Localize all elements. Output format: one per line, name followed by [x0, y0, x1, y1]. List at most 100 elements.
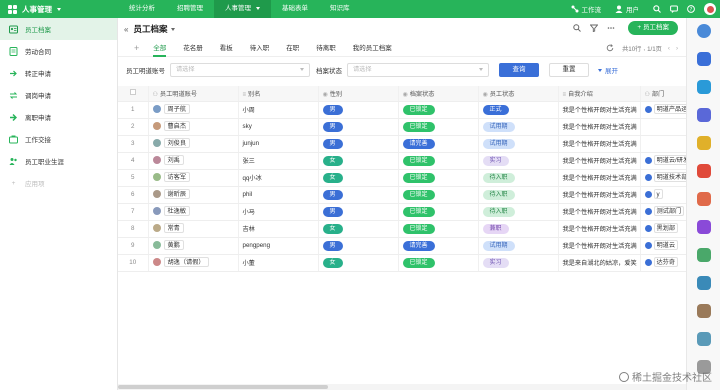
status-cell[interactable]: 试用期	[478, 118, 559, 136]
help-icon[interactable]: ?	[687, 5, 695, 13]
table-row[interactable]: 8 常青 吉林女 已锁定 兼职 我是个性格开朗对生活充满 黑划部	[118, 220, 686, 238]
intro-cell[interactable]: 我是来自湖北的姑凉，爱笑	[558, 254, 641, 272]
topnav-item[interactable]: 基础表单	[271, 0, 319, 18]
app-icon[interactable]	[697, 304, 711, 318]
status-cell[interactable]: 兼职	[478, 220, 559, 238]
account-cell[interactable]: 胡逸（请假）	[148, 254, 239, 272]
add-view-icon[interactable]: +	[134, 43, 139, 53]
col-header[interactable]: ◉ 员工状态	[478, 86, 559, 102]
account-cell[interactable]: 刘俊良	[148, 135, 239, 153]
status-cell[interactable]: 试用期	[478, 237, 559, 255]
account-cell[interactable]: 谢昕辰	[148, 186, 239, 204]
col-header[interactable]: ◉ 档案状态	[398, 86, 479, 102]
sidebar-item[interactable]: 工作交接	[0, 128, 117, 150]
intro-cell[interactable]: 我是个性格开朗对生活充满	[558, 186, 641, 204]
collapse-sidebar-icon[interactable]: «	[124, 25, 128, 34]
view-tab[interactable]: 花名册	[183, 40, 203, 57]
department-cell[interactable]: 明道云	[640, 237, 686, 255]
table-row[interactable]: 10 胡逸（请假） 小董女 已锁定 实习 我是来自湖北的姑凉，爱笑 达芬奇	[118, 254, 686, 272]
app-icon[interactable]	[697, 276, 711, 290]
account-cell[interactable]: 黄鹏	[148, 237, 239, 255]
topnav-item[interactable]: 知识库	[319, 0, 361, 18]
topnav-item[interactable]: 人事管理	[214, 0, 271, 18]
sidebar-item[interactable]: 劳动合同	[0, 40, 117, 62]
app-icon[interactable]	[697, 164, 711, 178]
app-icon[interactable]	[697, 80, 711, 94]
more-icon[interactable]	[607, 24, 615, 32]
status-cell[interactable]: 实习	[478, 254, 559, 272]
intro-cell[interactable]: 我是个性格开朗对生活充满	[558, 220, 641, 238]
sidebar-item[interactable]: 调岗申请	[0, 84, 117, 106]
status-cell[interactable]: 正式	[478, 101, 559, 119]
account-cell[interactable]: 常青	[148, 220, 239, 238]
department-cell[interactable]	[640, 118, 686, 136]
archive-cell[interactable]: 已锁定	[398, 118, 479, 136]
search-icon[interactable]	[573, 24, 582, 32]
gender-cell[interactable]: 女	[318, 169, 399, 187]
archive-cell[interactable]: 已锁定	[398, 186, 479, 204]
alias-cell[interactable]: 小周	[238, 101, 319, 119]
view-tab[interactable]: 待入职	[250, 40, 270, 57]
table-row[interactable]: 5 访客军 qq小冰女 已锁定 待入职 我是个性格开朗对生活充满 明道技术部	[118, 169, 686, 187]
view-tab[interactable]: 全部	[153, 40, 167, 57]
department-cell[interactable]: 测试部门	[640, 203, 686, 221]
intro-cell[interactable]: 我是个性格开朗对生活充满	[558, 118, 641, 136]
archive-cell[interactable]: 请完善	[398, 237, 479, 255]
alias-cell[interactable]: pengpeng	[238, 237, 319, 255]
department-cell[interactable]: 达芬奇	[640, 254, 686, 272]
department-cell[interactable]: 明道产品运	[640, 101, 686, 119]
table-row[interactable]: 7 杜逸敏 小马男 已锁定 待入职 我是个性格开朗对生活充满 测试部门	[118, 203, 686, 221]
department-cell[interactable]: 明道云/研发	[640, 152, 686, 170]
archive-status-select[interactable]: 请选择	[347, 63, 489, 77]
alias-cell[interactable]: junjun	[238, 135, 319, 153]
archive-cell[interactable]: 已锁定	[398, 101, 479, 119]
alias-cell[interactable]: phil	[238, 186, 319, 204]
reset-button[interactable]: 重置	[549, 63, 589, 77]
sidebar-item[interactable]: 离职申请	[0, 106, 117, 128]
table-row[interactable]: 3 刘俊良 junjun 男 请完善 试用期 我是个性格开朗对生活充满	[118, 135, 686, 153]
workflow-link[interactable]: 工作流	[571, 4, 601, 14]
topnav-item[interactable]: 招聘管理	[166, 0, 214, 18]
sidebar-item[interactable]: 员工档案	[0, 18, 117, 40]
account-select[interactable]: 请选择	[170, 63, 310, 77]
status-cell[interactable]: 待入职	[478, 169, 559, 187]
gender-cell[interactable]: 男	[318, 118, 399, 136]
archive-cell[interactable]: 已锁定	[398, 203, 479, 221]
intro-cell[interactable]: 我是个性格开朗对生活充满	[558, 237, 641, 255]
table-row[interactable]: 1 周子航 小周男 已锁定 正式 我是个性格开朗对生活充满 明道产品运	[118, 101, 686, 119]
table-row[interactable]: 2 曹启杰 sky 男 已锁定 试用期 我是个性格开朗对生活充满	[118, 118, 686, 136]
department-cell[interactable]: y	[640, 186, 686, 204]
expand-link[interactable]: 展开	[605, 65, 618, 75]
gender-cell[interactable]: 男	[318, 237, 399, 255]
alias-cell[interactable]: qq小冰	[238, 169, 319, 187]
filter-icon[interactable]	[590, 24, 599, 32]
gender-cell[interactable]: 女	[318, 220, 399, 238]
app-icon[interactable]	[697, 192, 711, 206]
alias-cell[interactable]: 吉林	[238, 220, 319, 238]
gender-cell[interactable]: 男	[318, 135, 399, 153]
archive-cell[interactable]: 已锁定	[398, 152, 479, 170]
alias-cell[interactable]: 小马	[238, 203, 319, 221]
app-icon[interactable]	[697, 24, 711, 38]
prev-page-icon[interactable]: ‹	[668, 45, 670, 52]
sidebar-item[interactable]: 员工职业生涯	[0, 150, 117, 172]
archive-cell[interactable]: 已锁定	[398, 169, 479, 187]
app-icon[interactable]	[697, 108, 711, 122]
intro-cell[interactable]: 我是个性格开朗对生活充满	[558, 152, 641, 170]
status-cell[interactable]: 试用期	[478, 135, 559, 153]
department-cell[interactable]: 黑划部	[640, 220, 686, 238]
refresh-icon[interactable]	[606, 43, 614, 54]
gender-cell[interactable]: 男	[318, 186, 399, 204]
col-header[interactable]: ≡ 自我介绍	[558, 86, 641, 102]
gender-cell[interactable]: 男	[318, 101, 399, 119]
col-header[interactable]: ◉ 性别	[318, 86, 399, 102]
add-app-item[interactable]: + 应用项	[0, 172, 117, 194]
app-icon[interactable]	[697, 220, 711, 234]
search-icon[interactable]	[653, 5, 661, 13]
status-cell[interactable]: 待入职	[478, 203, 559, 221]
horizontal-scrollbar[interactable]	[118, 384, 686, 390]
alias-cell[interactable]: sky	[238, 118, 319, 136]
view-tab[interactable]: 看板	[220, 40, 233, 57]
archive-cell[interactable]: 请完善	[398, 135, 479, 153]
alias-cell[interactable]: 小董	[238, 254, 319, 272]
